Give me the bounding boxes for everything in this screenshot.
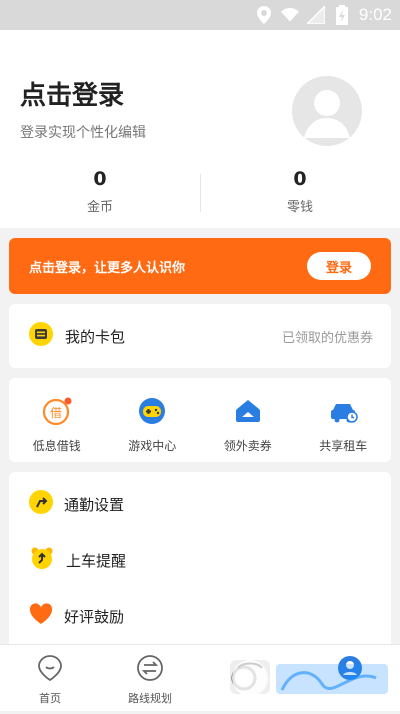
profile-header: 点击登录 登录实现个性化编辑 0 金币 0 零钱 — [0, 30, 400, 228]
boarding-reminder-row[interactable]: 上车提醒 — [9, 532, 391, 588]
service-label: 低息借钱 — [32, 439, 81, 453]
commute-icon — [29, 490, 53, 518]
cash-stat[interactable]: 0 零钱 — [200, 168, 400, 220]
wifi-icon — [280, 6, 299, 24]
signal-icon — [306, 6, 325, 24]
login-title[interactable]: 点击登录 — [20, 75, 124, 112]
cash-label: 零钱 — [286, 200, 313, 215]
clock: 9:02 — [358, 5, 392, 24]
setting-label: 好评鼓励 — [64, 607, 125, 626]
service-label: 共享租车 — [319, 439, 368, 453]
login-subtitle: 登录实现个性化编辑 — [20, 125, 146, 141]
location-icon — [255, 6, 273, 24]
coupon-icon — [233, 396, 263, 430]
nav-home[interactable]: 首页 — [0, 645, 100, 711]
service-car[interactable]: 共享租车 — [296, 378, 392, 462]
banner-text: 点击登录，让更多人认识你 — [29, 260, 186, 276]
login-button[interactable]: 登录 — [307, 252, 371, 280]
rate-us-row[interactable]: 好评鼓励 — [9, 588, 391, 644]
service-loan[interactable]: 借 低息借钱 — [9, 378, 105, 462]
service-label: 领外卖券 — [223, 439, 272, 453]
heart-icon — [29, 603, 53, 629]
alarm-icon — [29, 545, 55, 575]
game-icon — [137, 396, 167, 430]
status-bar: 9:02 — [0, 0, 400, 30]
coins-value: 0 — [93, 168, 107, 190]
login-banner[interactable]: 点击登录，让更多人认识你 登录 — [9, 238, 391, 294]
coins-stat[interactable]: 0 金币 — [0, 168, 200, 220]
avatar[interactable] — [292, 76, 362, 146]
service-game[interactable]: 游戏中心 — [105, 378, 201, 462]
battery-charging-icon — [333, 5, 351, 25]
car-icon — [328, 396, 358, 430]
svg-text:借: 借 — [50, 406, 62, 420]
card-wallet-row[interactable]: 我的卡包 已领取的优惠券 — [9, 304, 391, 368]
home-icon — [37, 654, 63, 686]
settings-list: 通勤设置 上车提醒 好评鼓励 — [9, 472, 391, 652]
nav-route[interactable]: 路线规划 — [100, 645, 200, 711]
service-label: 游戏中心 — [128, 439, 177, 453]
services-grid: 借 低息借钱 游戏中心 领外卖券 共享租车 — [9, 378, 391, 462]
route-icon — [136, 654, 164, 686]
setting-label: 通勤设置 — [64, 495, 125, 514]
nav-label: 路线规划 — [128, 692, 172, 705]
coins-label: 金币 — [86, 200, 113, 215]
stats-row: 0 金币 0 零钱 — [0, 168, 400, 220]
wallet-icon — [29, 322, 53, 350]
nav-label: 首页 — [39, 692, 61, 705]
coupons-link[interactable]: 已领取的优惠券 — [282, 327, 373, 346]
cash-value: 0 — [293, 168, 307, 190]
commute-settings-row[interactable]: 通勤设置 — [9, 476, 391, 532]
setting-label: 上车提醒 — [66, 551, 127, 570]
loan-icon: 借 — [42, 396, 72, 430]
watermark-logo — [200, 650, 400, 710]
wallet-label: 我的卡包 — [65, 327, 126, 346]
service-coupon[interactable]: 领外卖券 — [200, 378, 296, 462]
